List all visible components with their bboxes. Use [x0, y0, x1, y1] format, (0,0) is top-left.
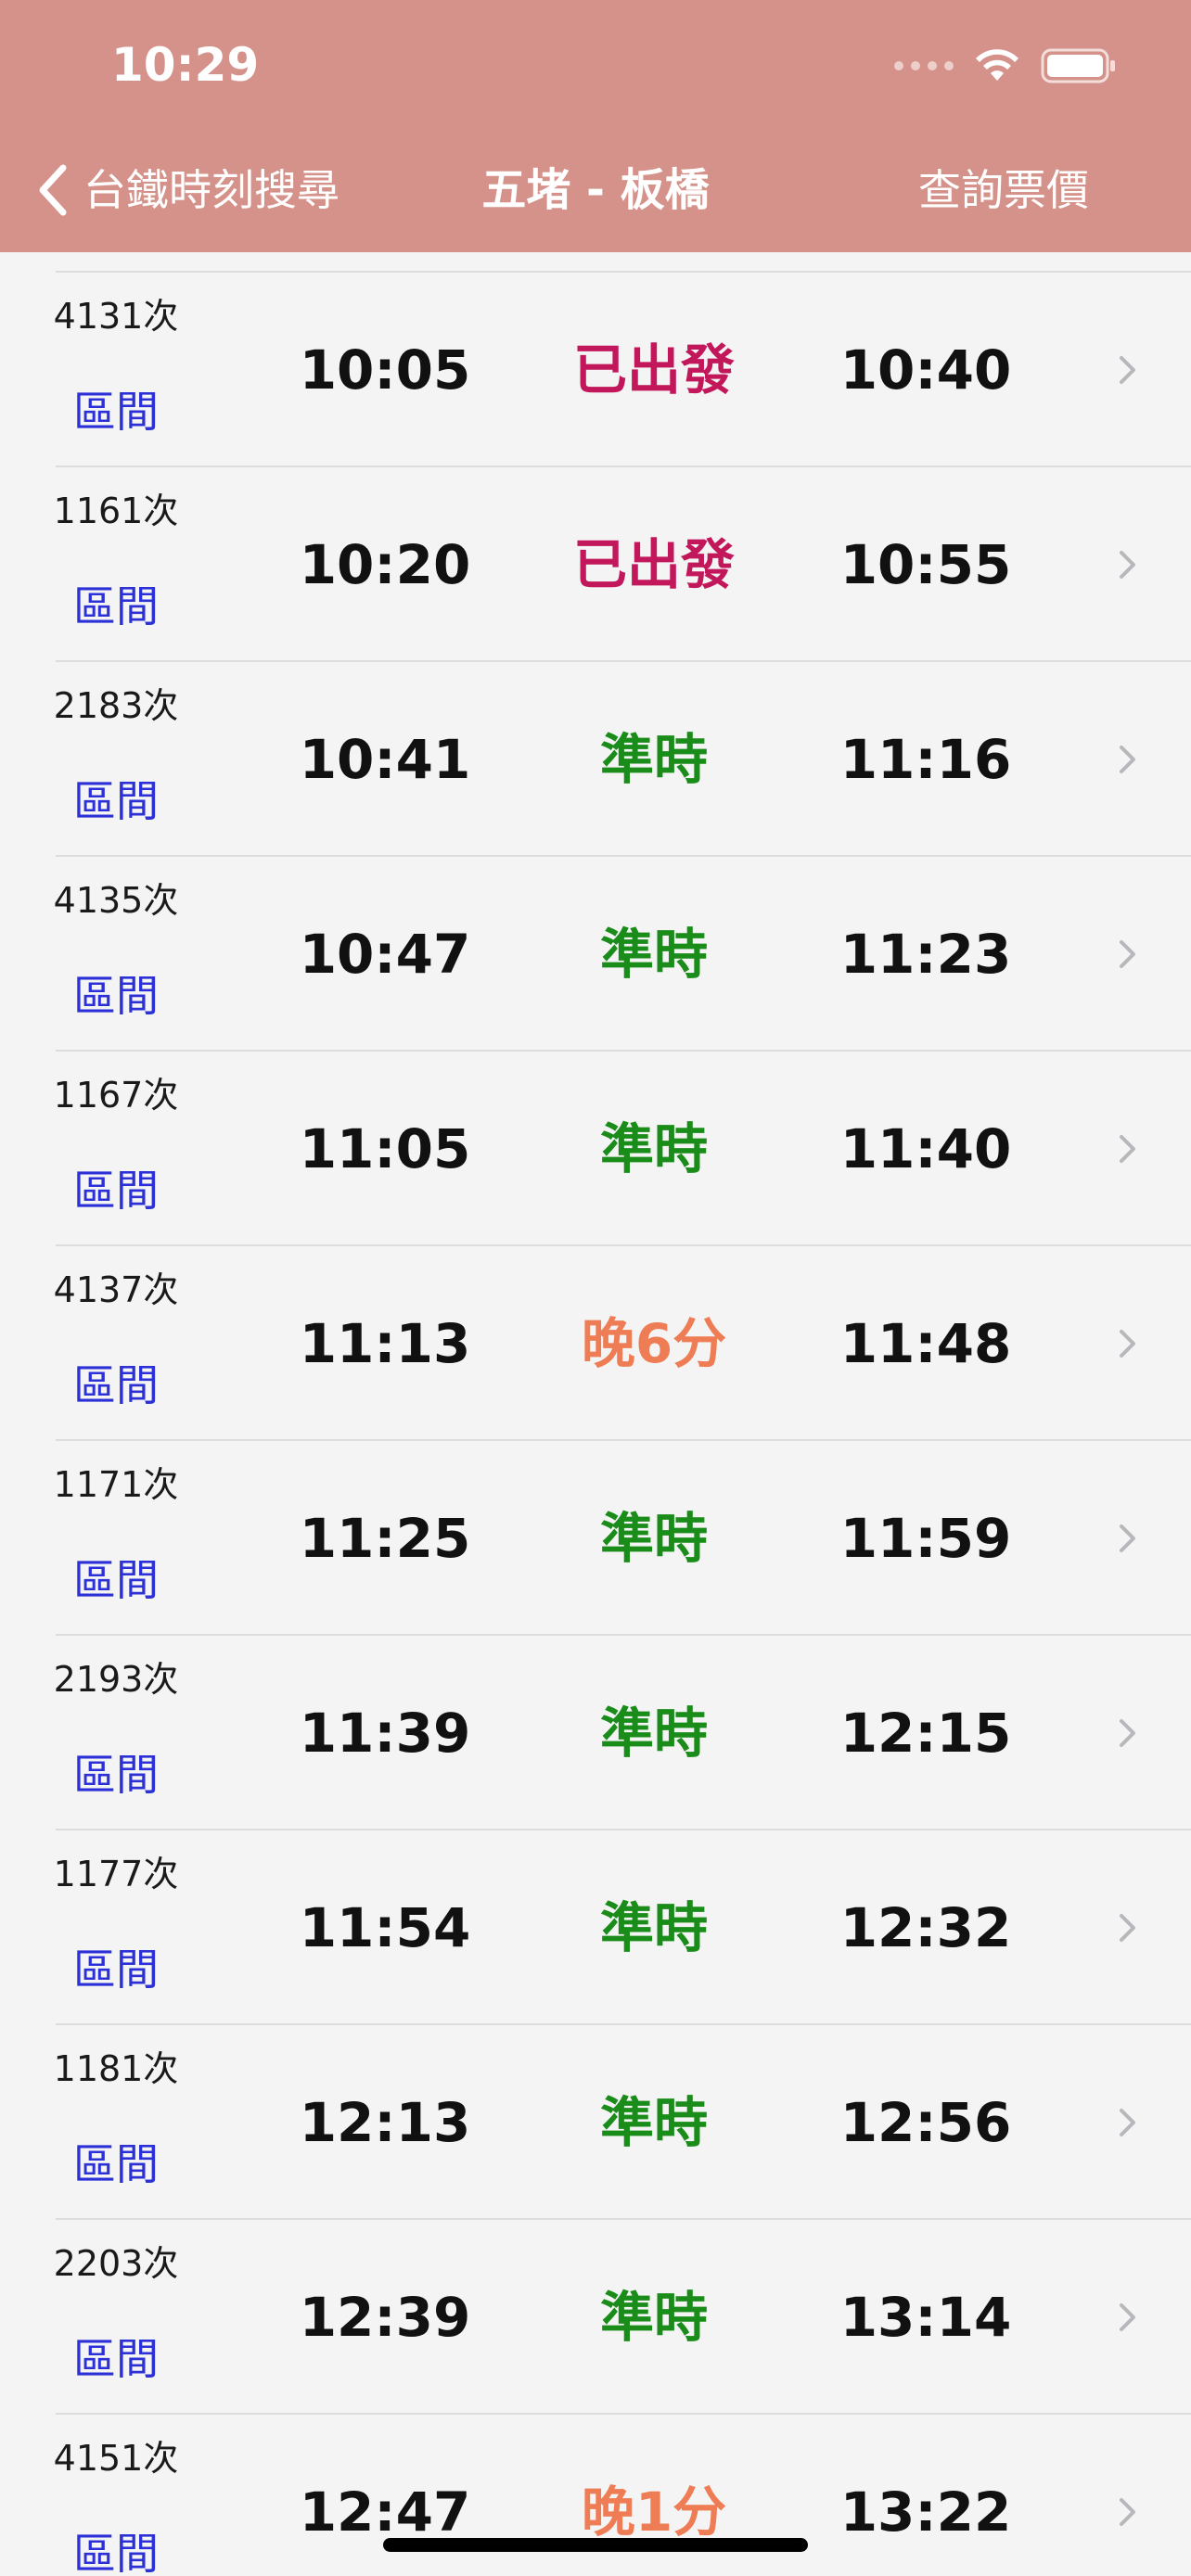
- train-number: 4131次: [53, 296, 179, 337]
- train-row[interactable]: 1161次區間 10:20 已出發 10:55: [0, 465, 1191, 660]
- screen: 10:29 台鐵時刻搜尋 五堵 - 板橋 查詢票價 4131次 區間 10:05…: [0, 0, 1191, 2576]
- departure-time: 10:05: [299, 338, 471, 402]
- status-badge: 準時: [599, 1702, 708, 1765]
- departure-time: 12:47: [299, 2480, 471, 2544]
- train-type: 區間: [73, 1166, 159, 1216]
- cellular-signal-icon: [894, 61, 954, 70]
- arrival-time: 12:15: [839, 1702, 1012, 1765]
- status-time: 10:29: [111, 38, 260, 92]
- status-badge: 晚1分: [581, 2480, 727, 2544]
- train-number: 4135次: [53, 880, 179, 921]
- train-number: 1167次: [53, 1075, 179, 1116]
- train-type: 區間: [73, 1555, 159, 1605]
- train-row[interactable]: 1167次區間 11:05 準時 11:40: [0, 1050, 1191, 1244]
- arrival-time: 10:55: [839, 533, 1012, 596]
- back-button[interactable]: 台鐵時刻搜尋: [35, 158, 339, 223]
- train-row[interactable]: 1171次區間 11:25 準時 11:59: [0, 1439, 1191, 1634]
- train-row[interactable]: 4131次區間 10:05 已出發 10:40: [0, 271, 1191, 465]
- status-indicators: [894, 43, 1117, 89]
- arrival-time: 10:40: [839, 338, 1012, 402]
- train-number: 1171次: [53, 1464, 179, 1505]
- train-number: 2183次: [53, 685, 179, 726]
- train-type: 區間: [73, 1750, 159, 1800]
- chevron-right-icon: [1120, 1135, 1135, 1163]
- back-button-label: 台鐵時刻搜尋: [83, 165, 339, 215]
- train-number: 1181次: [53, 2048, 179, 2089]
- home-indicator[interactable]: [383, 2538, 808, 2552]
- arrival-time: 12:32: [839, 1896, 1012, 1959]
- chevron-right-icon: [1120, 356, 1135, 384]
- arrival-time: 13:14: [839, 2286, 1012, 2349]
- train-type: 區間: [73, 2529, 159, 2576]
- train-type: 區間: [73, 387, 159, 437]
- page-title: 五堵 - 板橋: [481, 164, 710, 216]
- train-type: 區間: [73, 2334, 159, 2384]
- train-type: 區間: [73, 581, 159, 631]
- train-number: 4137次: [53, 1269, 179, 1310]
- departure-time: 11:05: [299, 1117, 471, 1180]
- battery-icon: [1041, 48, 1115, 83]
- train-number: 1161次: [53, 491, 179, 531]
- train-list: 4131次 區間 10:05 已出發 10:40 1161次 區間 10:20 已出發 10:55…: [0, 271, 1191, 2576]
- arrival-time: 11:16: [839, 728, 1012, 791]
- status-badge: 已出發: [572, 338, 735, 402]
- status-badge: 準時: [599, 1117, 708, 1180]
- departure-time: 11:39: [299, 1702, 471, 1765]
- fare-query-button[interactable]: 查詢票價: [918, 159, 1089, 221]
- chevron-right-icon: [1120, 1914, 1135, 1942]
- status-badge: 已出發: [572, 533, 735, 596]
- chevron-right-icon: [1120, 2109, 1135, 2136]
- departure-time: 10:47: [299, 923, 471, 986]
- train-row[interactable]: 2203次區間 12:39 準時 13:14: [0, 2218, 1191, 2413]
- train-type: 區間: [73, 1945, 159, 1995]
- train-row[interactable]: 4137次區間 11:13 晚6分 11:48: [0, 1244, 1191, 1439]
- train-type: 區間: [73, 2139, 159, 2189]
- train-type: 區間: [73, 971, 159, 1021]
- train-number: 2193次: [53, 1659, 179, 1700]
- chevron-left-icon: [39, 164, 67, 216]
- train-number: 2203次: [53, 2243, 179, 2284]
- train-row[interactable]: 1181次區間 12:13 準時 12:56: [0, 2023, 1191, 2218]
- status-badge: 準時: [599, 2091, 708, 2154]
- chevron-right-icon: [1120, 1524, 1135, 1552]
- chevron-right-icon: [1120, 2303, 1135, 2331]
- departure-time: 10:20: [299, 533, 471, 596]
- train-row[interactable]: 1177次區間 11:54 準時 12:32: [0, 1829, 1191, 2023]
- departure-time: 10:41: [299, 728, 471, 791]
- status-badge: 晚6分: [581, 1312, 727, 1375]
- arrival-time: 11:48: [839, 1312, 1012, 1375]
- status-badge: 準時: [599, 2286, 708, 2349]
- train-row[interactable]: 2183次區間 10:41 準時 11:16: [0, 660, 1191, 855]
- departure-time: 11:25: [299, 1507, 471, 1570]
- arrival-time: 11:40: [839, 1117, 1012, 1180]
- train-number: 1177次: [53, 1854, 179, 1894]
- departure-time: 12:13: [299, 2091, 471, 2154]
- arrival-time: 11:59: [839, 1507, 1012, 1570]
- status-badge: 準時: [599, 923, 708, 986]
- train-row[interactable]: 2193次區間 11:39 準時 12:15: [0, 1634, 1191, 1829]
- status-badge: 準時: [599, 1896, 708, 1959]
- chevron-right-icon: [1120, 2498, 1135, 2526]
- train-row[interactable]: 4135次區間 10:47 準時 11:23: [0, 855, 1191, 1050]
- chevron-right-icon: [1120, 1719, 1135, 1747]
- wifi-icon: [976, 49, 1018, 81]
- train-number: 4151次: [53, 2438, 179, 2479]
- chevron-right-icon: [1120, 746, 1135, 773]
- arrival-time: 13:22: [839, 2480, 1012, 2544]
- chevron-right-icon: [1120, 1330, 1135, 1358]
- arrival-time: 11:23: [839, 923, 1012, 986]
- status-badge: 準時: [599, 728, 708, 791]
- arrival-time: 12:56: [839, 2091, 1012, 2154]
- nav-header: 10:29 台鐵時刻搜尋 五堵 - 板橋 查詢票價: [0, 0, 1191, 252]
- status-badge: 準時: [599, 1507, 708, 1570]
- departure-time: 12:39: [299, 2286, 471, 2349]
- chevron-right-icon: [1120, 551, 1135, 579]
- train-type: 區間: [73, 776, 159, 826]
- departure-time: 11:13: [299, 1312, 471, 1375]
- departure-time: 11:54: [299, 1896, 471, 1959]
- chevron-right-icon: [1120, 940, 1135, 968]
- train-type: 區間: [73, 1360, 159, 1410]
